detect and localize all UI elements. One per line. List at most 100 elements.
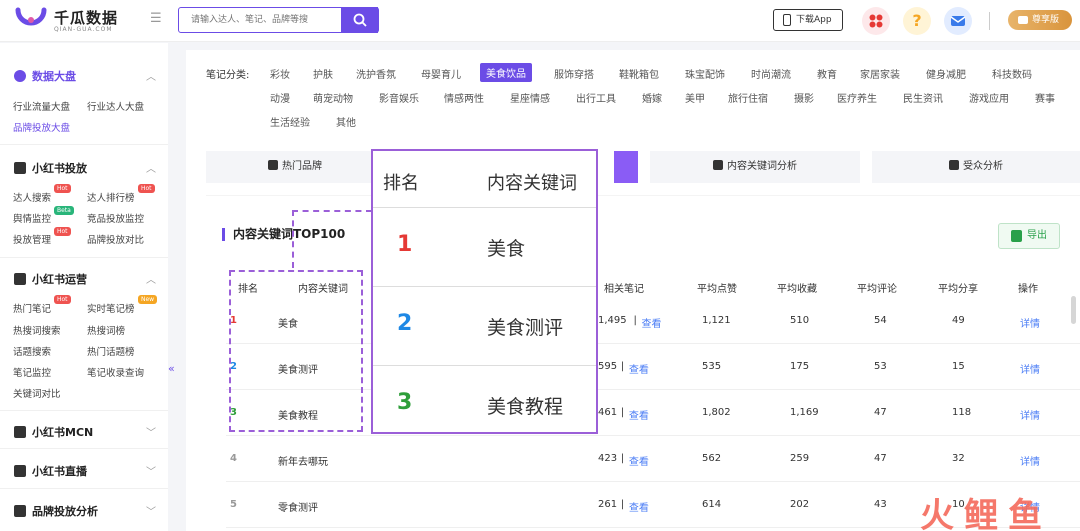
hot-badge: Hot: [54, 184, 71, 193]
tab-audience-analysis[interactable]: 受众分析: [872, 151, 1080, 183]
category-item[interactable]: 美甲: [685, 90, 705, 105]
help-button[interactable]: ?: [903, 7, 931, 35]
likes-cell: 1,802: [702, 407, 731, 418]
category-item[interactable]: 影音娱乐: [379, 90, 419, 105]
category-item[interactable]: 其他: [336, 114, 356, 129]
sidebar-item-kol-rank[interactable]: 达人排行榜: [87, 190, 135, 204]
vip-button[interactable]: 尊享版: [1008, 10, 1072, 30]
favs-cell: 202: [790, 499, 810, 510]
category-item[interactable]: 出行工具: [576, 90, 616, 105]
header-divider: [989, 12, 990, 30]
sidebar-section-brand-analysis[interactable]: 品牌投放分析: [32, 503, 98, 519]
sidebar-item-topic-rank[interactable]: 热门话题榜: [87, 344, 135, 358]
category-item[interactable]: 赛事: [1035, 90, 1055, 105]
collapse-sidebar-icon[interactable]: «: [168, 362, 175, 375]
likes-cell: 1,121: [702, 315, 731, 326]
sidebar-item-brand-compare[interactable]: 品牌投放对比: [87, 232, 144, 246]
sidebar-item-ad-manage[interactable]: 投放管理: [13, 232, 51, 246]
category-item[interactable]: 洗护香氛: [356, 66, 396, 81]
category-item[interactable]: 服饰穿搭: [554, 66, 594, 81]
detail-link[interactable]: 详情: [1020, 453, 1040, 468]
chevron-up-icon[interactable]: ︿: [146, 271, 156, 286]
category-item[interactable]: 时尚潮流: [751, 66, 791, 81]
category-item[interactable]: 游戏应用: [969, 90, 1009, 105]
sidebar-item-hotword-rank[interactable]: 热搜词榜: [87, 323, 125, 337]
brand-name: 千瓜数据: [54, 9, 119, 27]
user-icon: [949, 160, 959, 170]
category-item-active[interactable]: 美食饮品: [480, 63, 532, 82]
sidebar-section-xhs-live[interactable]: 小红书直播: [32, 463, 87, 479]
sidebar-section-dashboard[interactable]: 数据大盘: [32, 68, 76, 84]
category-item[interactable]: 动漫: [270, 90, 290, 105]
sidebar-item-brand-ads[interactable]: 品牌投放大盘: [13, 120, 70, 134]
view-notes-link[interactable]: 查看: [629, 361, 649, 376]
watermark-logo: 火 鲤 鱼: [920, 488, 1060, 531]
category-item[interactable]: 科技数码: [992, 66, 1032, 81]
sidebar-item-hotword-search[interactable]: 热搜词搜索: [13, 323, 61, 337]
detail-link[interactable]: 详情: [1020, 361, 1040, 376]
sidebar-item-hot-notes[interactable]: 热门笔记: [13, 301, 51, 315]
sidebar-item-keyword-compare[interactable]: 关键词对比: [13, 386, 61, 400]
sidebar-section-xhs-mcn[interactable]: 小红书MCN: [32, 424, 93, 440]
apps-button[interactable]: [862, 7, 890, 35]
sidebar-divider: [0, 257, 168, 258]
column-header-favs: 平均收藏: [777, 284, 817, 295]
category-item[interactable]: 健身减肥: [926, 66, 966, 81]
category-item[interactable]: 家居家装: [860, 66, 900, 81]
sidebar-section-xhs-ops[interactable]: 小红书运营: [32, 271, 87, 287]
sidebar-item-industry-kol[interactable]: 行业达人大盘: [87, 99, 144, 113]
search-button[interactable]: [341, 7, 379, 33]
detail-link[interactable]: 详情: [1020, 315, 1040, 330]
sidebar-divider: [0, 410, 168, 411]
sidebar-item-note-index[interactable]: 笔记收录查询: [87, 365, 144, 379]
tab-keyword-analysis[interactable]: 内容关键词分析: [650, 151, 860, 183]
category-item[interactable]: 婚嫁: [642, 90, 662, 105]
category-item[interactable]: 珠宝配饰: [685, 66, 725, 81]
qiangua-logo[interactable]: [14, 6, 48, 34]
download-app-button[interactable]: 下载App: [773, 9, 843, 31]
category-item[interactable]: 教育: [817, 66, 837, 81]
category-item[interactable]: 医疗养生: [837, 90, 877, 105]
category-item[interactable]: 鞋靴箱包: [619, 66, 659, 81]
category-item[interactable]: 萌宠动物: [313, 90, 353, 105]
tab-hot-brands[interactable]: 热门品牌: [206, 151, 384, 183]
category-item[interactable]: 情感两性: [444, 90, 484, 105]
sidebar-item-topic-search[interactable]: 话题搜索: [13, 344, 51, 358]
view-notes-link[interactable]: 查看: [629, 453, 649, 468]
menu-toggle-icon[interactable]: ☰: [150, 12, 164, 25]
sidebar-item-competitor[interactable]: 竞品投放监控: [87, 211, 144, 225]
sidebar-section-xhs-ads[interactable]: 小红书投放: [32, 160, 87, 176]
search-icon: [353, 13, 367, 27]
detail-link[interactable]: 详情: [1020, 407, 1040, 422]
category-item[interactable]: 星座情感: [510, 90, 550, 105]
sidebar-item-sentiment[interactable]: 舆情监控: [13, 211, 51, 225]
likes-cell: 614: [702, 499, 722, 510]
view-notes-link[interactable]: 查看: [629, 407, 649, 422]
sidebar-divider: [0, 144, 168, 145]
tab-active-indicator[interactable]: [614, 151, 638, 183]
chevron-down-icon[interactable]: ﹀: [146, 463, 156, 478]
category-item[interactable]: 母婴育儿: [421, 66, 461, 81]
heart-icon: [268, 160, 278, 170]
export-button[interactable]: 导出: [998, 223, 1060, 249]
chevron-down-icon[interactable]: ﹀: [146, 503, 156, 518]
view-notes-link[interactable]: 查看: [642, 315, 662, 330]
chevron-up-icon[interactable]: ︿: [146, 68, 156, 83]
highlight-box: [229, 270, 363, 432]
sidebar-item-note-monitor[interactable]: 笔记监控: [13, 365, 51, 379]
message-button[interactable]: [944, 7, 972, 35]
category-item[interactable]: 彩妆: [270, 66, 290, 81]
rank-cell: 4: [230, 453, 237, 464]
chevron-up-icon[interactable]: ︿: [146, 160, 156, 175]
category-item[interactable]: 民生资讯: [903, 90, 943, 105]
sidebar-item-industry-traffic[interactable]: 行业流量大盘: [13, 99, 70, 113]
sidebar-item-realtime-notes[interactable]: 实时笔记榜: [87, 301, 135, 315]
view-notes-link[interactable]: 查看: [629, 499, 649, 514]
category-item[interactable]: 生活经验: [270, 114, 310, 129]
category-item[interactable]: 旅行住宿: [728, 90, 768, 105]
category-item[interactable]: 护肤: [313, 66, 333, 81]
comments-cell: 54: [874, 315, 887, 326]
chevron-down-icon[interactable]: ﹀: [146, 424, 156, 439]
category-item[interactable]: 摄影: [794, 90, 814, 105]
sidebar-item-kol-search[interactable]: 达人搜索: [13, 190, 51, 204]
